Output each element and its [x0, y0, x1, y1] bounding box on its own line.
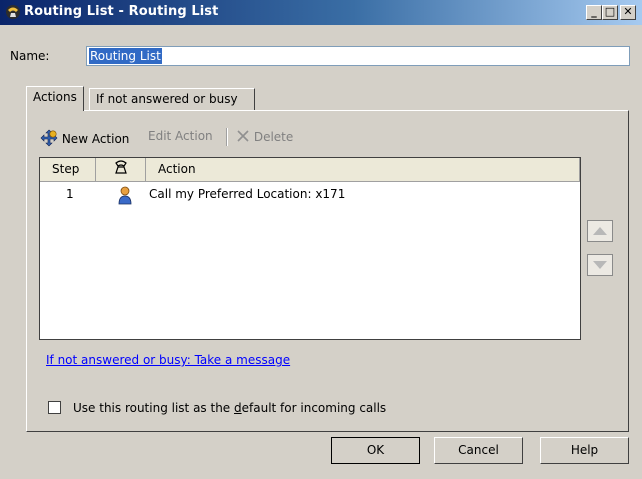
help-button[interactable]: Help [540, 437, 629, 464]
toolbar-separator [226, 128, 228, 146]
column-header-step[interactable]: Step [40, 158, 96, 182]
tab-actions[interactable]: Actions [26, 86, 84, 111]
name-input[interactable]: Routing List [86, 46, 630, 66]
edit-action-button[interactable]: Edit Action [148, 129, 213, 143]
x-icon [237, 130, 249, 142]
minimize-button[interactable]: _ [586, 5, 602, 20]
name-input-value: Routing List [89, 48, 162, 64]
actions-table[interactable]: Step Action 1 Call my Preferred Location… [39, 157, 581, 340]
row-action: Call my Preferred Location: x171 [149, 187, 346, 201]
move-down-button[interactable] [587, 254, 613, 276]
title-bar[interactable]: Routing List - Routing List _ □ ✕ [0, 0, 642, 25]
column-header-action[interactable]: Action [146, 158, 580, 182]
move-up-button[interactable] [587, 220, 613, 242]
default-routing-checkbox[interactable] [48, 401, 61, 414]
maximize-button[interactable]: □ [602, 5, 618, 20]
ok-button[interactable]: OK [331, 437, 420, 464]
arrow-down-icon [593, 261, 607, 269]
person-icon [118, 186, 132, 205]
cancel-button[interactable]: Cancel [434, 437, 523, 464]
if-not-answered-link[interactable]: If not answered or busy: Take a message [46, 353, 290, 367]
tab-if-not-answered[interactable]: If not answered or busy [89, 88, 255, 110]
row-step: 1 [66, 187, 74, 201]
window-title: Routing List - Routing List [24, 4, 219, 19]
table-row[interactable]: 1 Call my Preferred Location: x171 [40, 186, 580, 205]
new-action-label: New Action [61, 132, 130, 146]
routing-list-dialog: Routing List - Routing List _ □ ✕ Name: … [0, 0, 642, 479]
delete-label: Delete [253, 130, 294, 144]
arrow-up-icon [593, 227, 607, 235]
default-routing-label: Use this routing list as the default for… [73, 401, 387, 415]
phone-handset-icon [114, 160, 127, 174]
delete-button[interactable]: Delete [236, 129, 293, 144]
close-button[interactable]: ✕ [620, 5, 636, 20]
phone-icon [6, 5, 20, 19]
column-header-icon[interactable] [96, 158, 146, 182]
new-action-button[interactable]: New Action [40, 129, 129, 147]
move-cross-icon [40, 129, 58, 147]
name-label: Name: [10, 49, 50, 63]
